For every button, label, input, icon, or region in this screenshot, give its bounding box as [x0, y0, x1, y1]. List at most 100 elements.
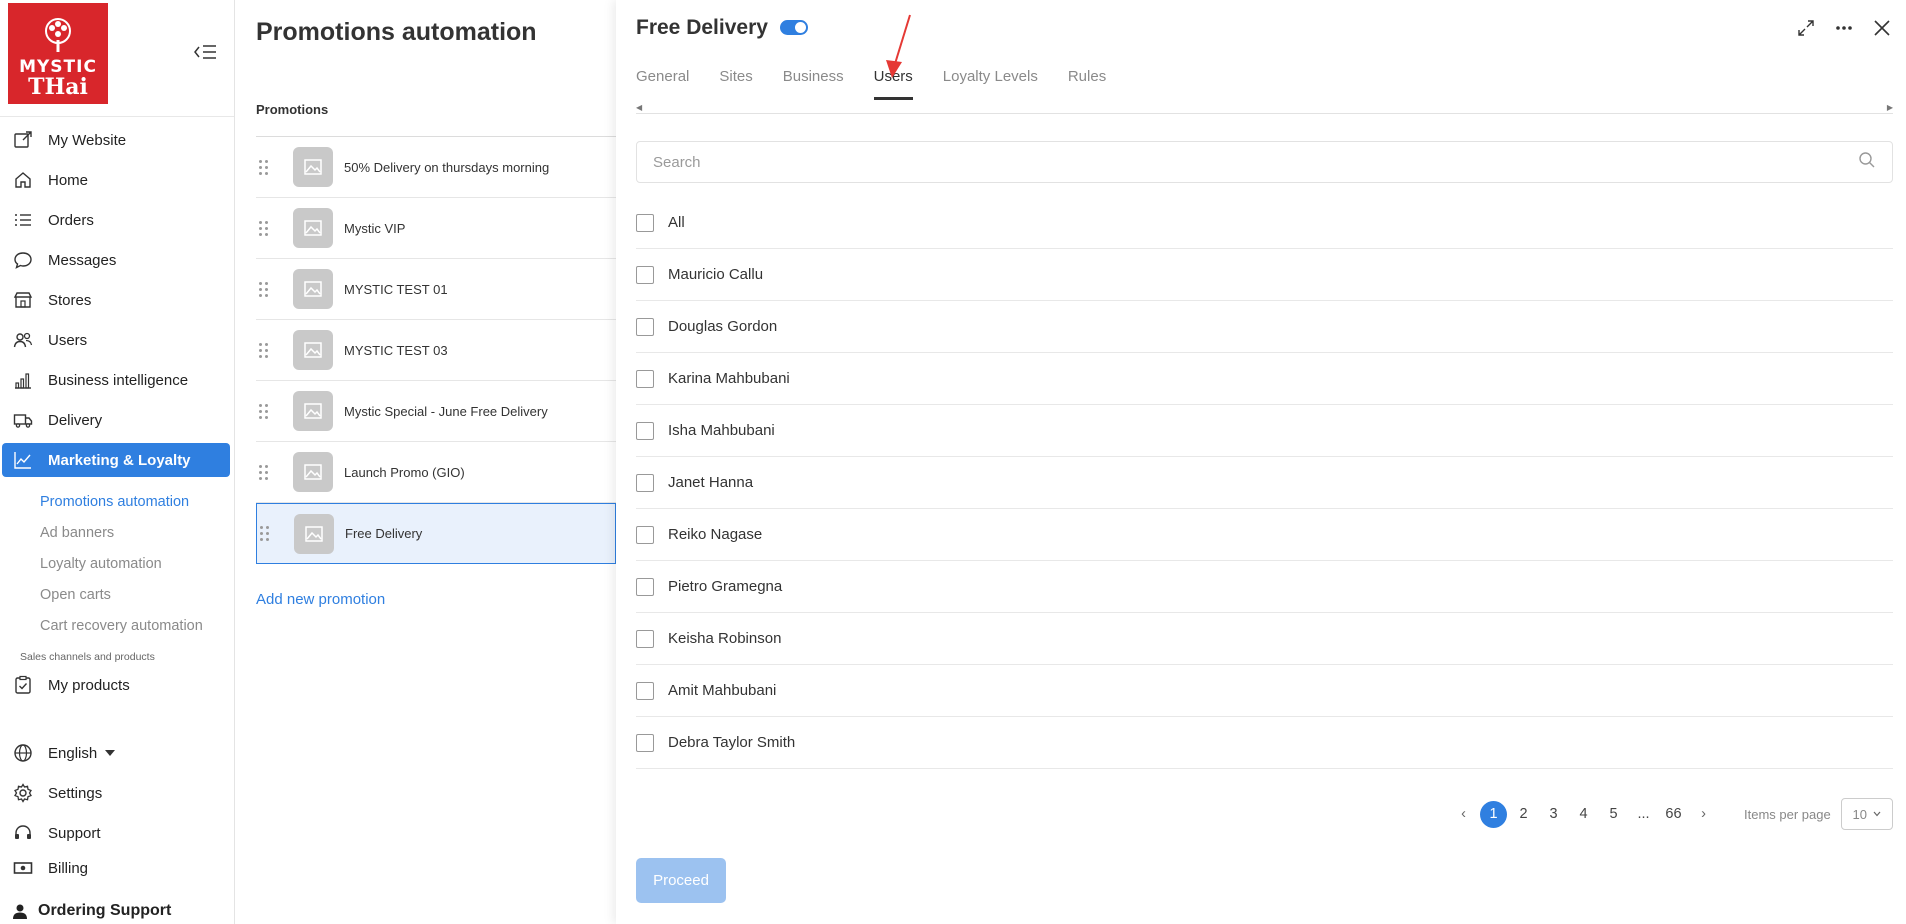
sidebar-item-my-products[interactable]: My products — [0, 665, 234, 705]
page-button[interactable]: 5 — [1600, 801, 1627, 828]
sidebar-item-billing[interactable]: Billing — [0, 853, 234, 883]
search-icon[interactable] — [1858, 151, 1876, 174]
scroll-right-icon[interactable]: ▶ — [1887, 103, 1893, 112]
sidebar-item-home[interactable]: Home — [0, 160, 234, 200]
user-checkbox[interactable] — [636, 473, 654, 492]
section-label: Sales channels and products — [20, 651, 155, 663]
enabled-toggle[interactable] — [780, 20, 808, 35]
more-options-icon[interactable] — [1834, 18, 1854, 38]
account-menu[interactable]: Ordering Support — [12, 902, 171, 920]
user-checkbox[interactable] — [636, 577, 654, 596]
list-item[interactable]: Karina Mahbubani — [636, 353, 1893, 405]
tab-scrollbar[interactable]: ◀ ▶ — [636, 102, 1893, 112]
list-item-all[interactable]: All — [636, 197, 1893, 249]
tab-sites[interactable]: Sites — [719, 68, 752, 100]
tab-general[interactable]: General — [636, 68, 689, 100]
sidebar-item-stores[interactable]: Stores — [0, 280, 234, 320]
drag-handle-icon[interactable] — [259, 464, 269, 480]
sidebar-item-label: Support — [48, 824, 101, 842]
proceed-button[interactable]: Proceed — [636, 858, 726, 903]
promotion-row[interactable]: MYSTIC TEST 01 — [256, 259, 616, 320]
user-checkbox[interactable] — [636, 681, 654, 700]
sidebar-item-label: Users — [48, 331, 88, 349]
sidebar-item-support[interactable]: Support — [0, 813, 234, 853]
sidebar-item-orders[interactable]: Orders — [0, 200, 234, 240]
items-per-page-select[interactable]: 10 — [1840, 798, 1893, 830]
list-item[interactable]: Isha Mahbubani — [636, 405, 1893, 457]
prev-page-icon[interactable]: ‹ — [1450, 801, 1477, 828]
tab-rules[interactable]: Rules — [1068, 68, 1106, 100]
sub-item-promotions-automation[interactable]: Promotions automation — [0, 486, 234, 517]
promotion-row[interactable]: Launch Promo (GIO) — [256, 442, 616, 503]
list-item[interactable]: Debra Taylor Smith — [636, 717, 1893, 769]
drag-handle-icon[interactable] — [259, 159, 269, 175]
expand-icon[interactable] — [1796, 18, 1816, 38]
promotion-row[interactable]: Mystic VIP — [256, 198, 616, 259]
chevron-down-icon — [1873, 811, 1881, 817]
drag-handle-icon[interactable] — [259, 220, 269, 236]
collapse-sidebar-icon[interactable] — [192, 42, 218, 62]
list-header: Promotions — [256, 102, 329, 117]
scroll-left-icon[interactable]: ◀ — [636, 103, 642, 112]
tab-loyalty-levels[interactable]: Loyalty Levels — [943, 68, 1038, 100]
list-item[interactable]: Mauricio Callu — [636, 249, 1893, 301]
list-item[interactable]: Keisha Robinson — [636, 613, 1893, 665]
sidebar-item-messages[interactable]: Messages — [0, 240, 234, 280]
close-icon[interactable] — [1872, 18, 1892, 38]
promotion-row[interactable]: MYSTIC TEST 03 — [256, 320, 616, 381]
search-input[interactable] — [653, 153, 1858, 171]
next-page-icon[interactable]: › — [1690, 801, 1717, 828]
sub-item-ad-banners[interactable]: Ad banners — [0, 517, 234, 548]
sidebar-item-marketing-loyalty[interactable]: Marketing & Loyalty — [2, 443, 230, 477]
promotions-column: Promotions automation Promotions 50% Del… — [236, 0, 616, 924]
promotion-row[interactable]: 50% Delivery on thursdays morning — [256, 137, 616, 198]
tab-business[interactable]: Business — [783, 68, 844, 100]
promotion-row[interactable]: Mystic Special - June Free Delivery — [256, 381, 616, 442]
user-checkbox[interactable] — [636, 317, 654, 336]
user-checkbox[interactable] — [636, 733, 654, 752]
page-ellipsis: ... — [1637, 806, 1650, 822]
page-button[interactable]: 2 — [1510, 801, 1537, 828]
language-label: English — [48, 744, 98, 762]
select-all-checkbox[interactable] — [636, 213, 654, 232]
image-placeholder-icon — [293, 147, 333, 187]
tree-icon — [45, 18, 71, 52]
drag-handle-icon[interactable] — [259, 403, 269, 419]
sub-item-open-carts[interactable]: Open carts — [0, 579, 234, 610]
page-button[interactable]: 4 — [1570, 801, 1597, 828]
language-selector[interactable]: English — [0, 733, 234, 773]
users-icon — [12, 329, 34, 351]
list-item[interactable]: Reiko Nagase — [636, 509, 1893, 561]
user-checkbox[interactable] — [636, 629, 654, 648]
sidebar-item-label: Home — [48, 171, 89, 189]
page-button-last[interactable]: 66 — [1660, 801, 1687, 828]
page-button-current[interactable]: 1 — [1480, 800, 1507, 828]
truck-icon — [12, 409, 34, 431]
promotion-row-selected[interactable]: Free Delivery — [256, 503, 616, 564]
divider — [0, 116, 234, 117]
drag-handle-icon[interactable] — [260, 526, 270, 541]
user-checkbox[interactable] — [636, 369, 654, 388]
brand-logo[interactable]: MYSTIC THai — [8, 3, 108, 104]
drag-handle-icon[interactable] — [259, 342, 269, 358]
list-item[interactable]: Pietro Gramegna — [636, 561, 1893, 613]
user-name: Ordering Support — [38, 902, 172, 919]
list-item[interactable]: Amit Mahbubani — [636, 665, 1893, 717]
sidebar-item-my-website[interactable]: My Website — [0, 120, 234, 160]
drag-handle-icon[interactable] — [259, 281, 269, 297]
promotion-name: MYSTIC TEST 01 — [344, 281, 448, 297]
sidebar-item-business-intelligence[interactable]: Business intelligence — [0, 360, 234, 400]
list-item[interactable]: Janet Hanna — [636, 457, 1893, 509]
user-checkbox[interactable] — [636, 265, 654, 284]
sidebar-item-settings[interactable]: Settings — [0, 773, 234, 813]
add-promotion-link[interactable]: Add new promotion — [256, 591, 385, 608]
sidebar-item-users[interactable]: Users — [0, 320, 234, 360]
list-item[interactable]: Douglas Gordon — [636, 301, 1893, 353]
page-button[interactable]: 3 — [1540, 801, 1567, 828]
user-checkbox[interactable] — [636, 421, 654, 440]
sidebar-item-delivery[interactable]: Delivery — [0, 400, 234, 440]
sidebar-nav: My Website Home Orders Messages Stores U… — [0, 120, 234, 705]
sub-item-cart-recovery-automation[interactable]: Cart recovery automation — [0, 610, 234, 641]
sub-item-loyalty-automation[interactable]: Loyalty automation — [0, 548, 234, 579]
user-checkbox[interactable] — [636, 525, 654, 544]
